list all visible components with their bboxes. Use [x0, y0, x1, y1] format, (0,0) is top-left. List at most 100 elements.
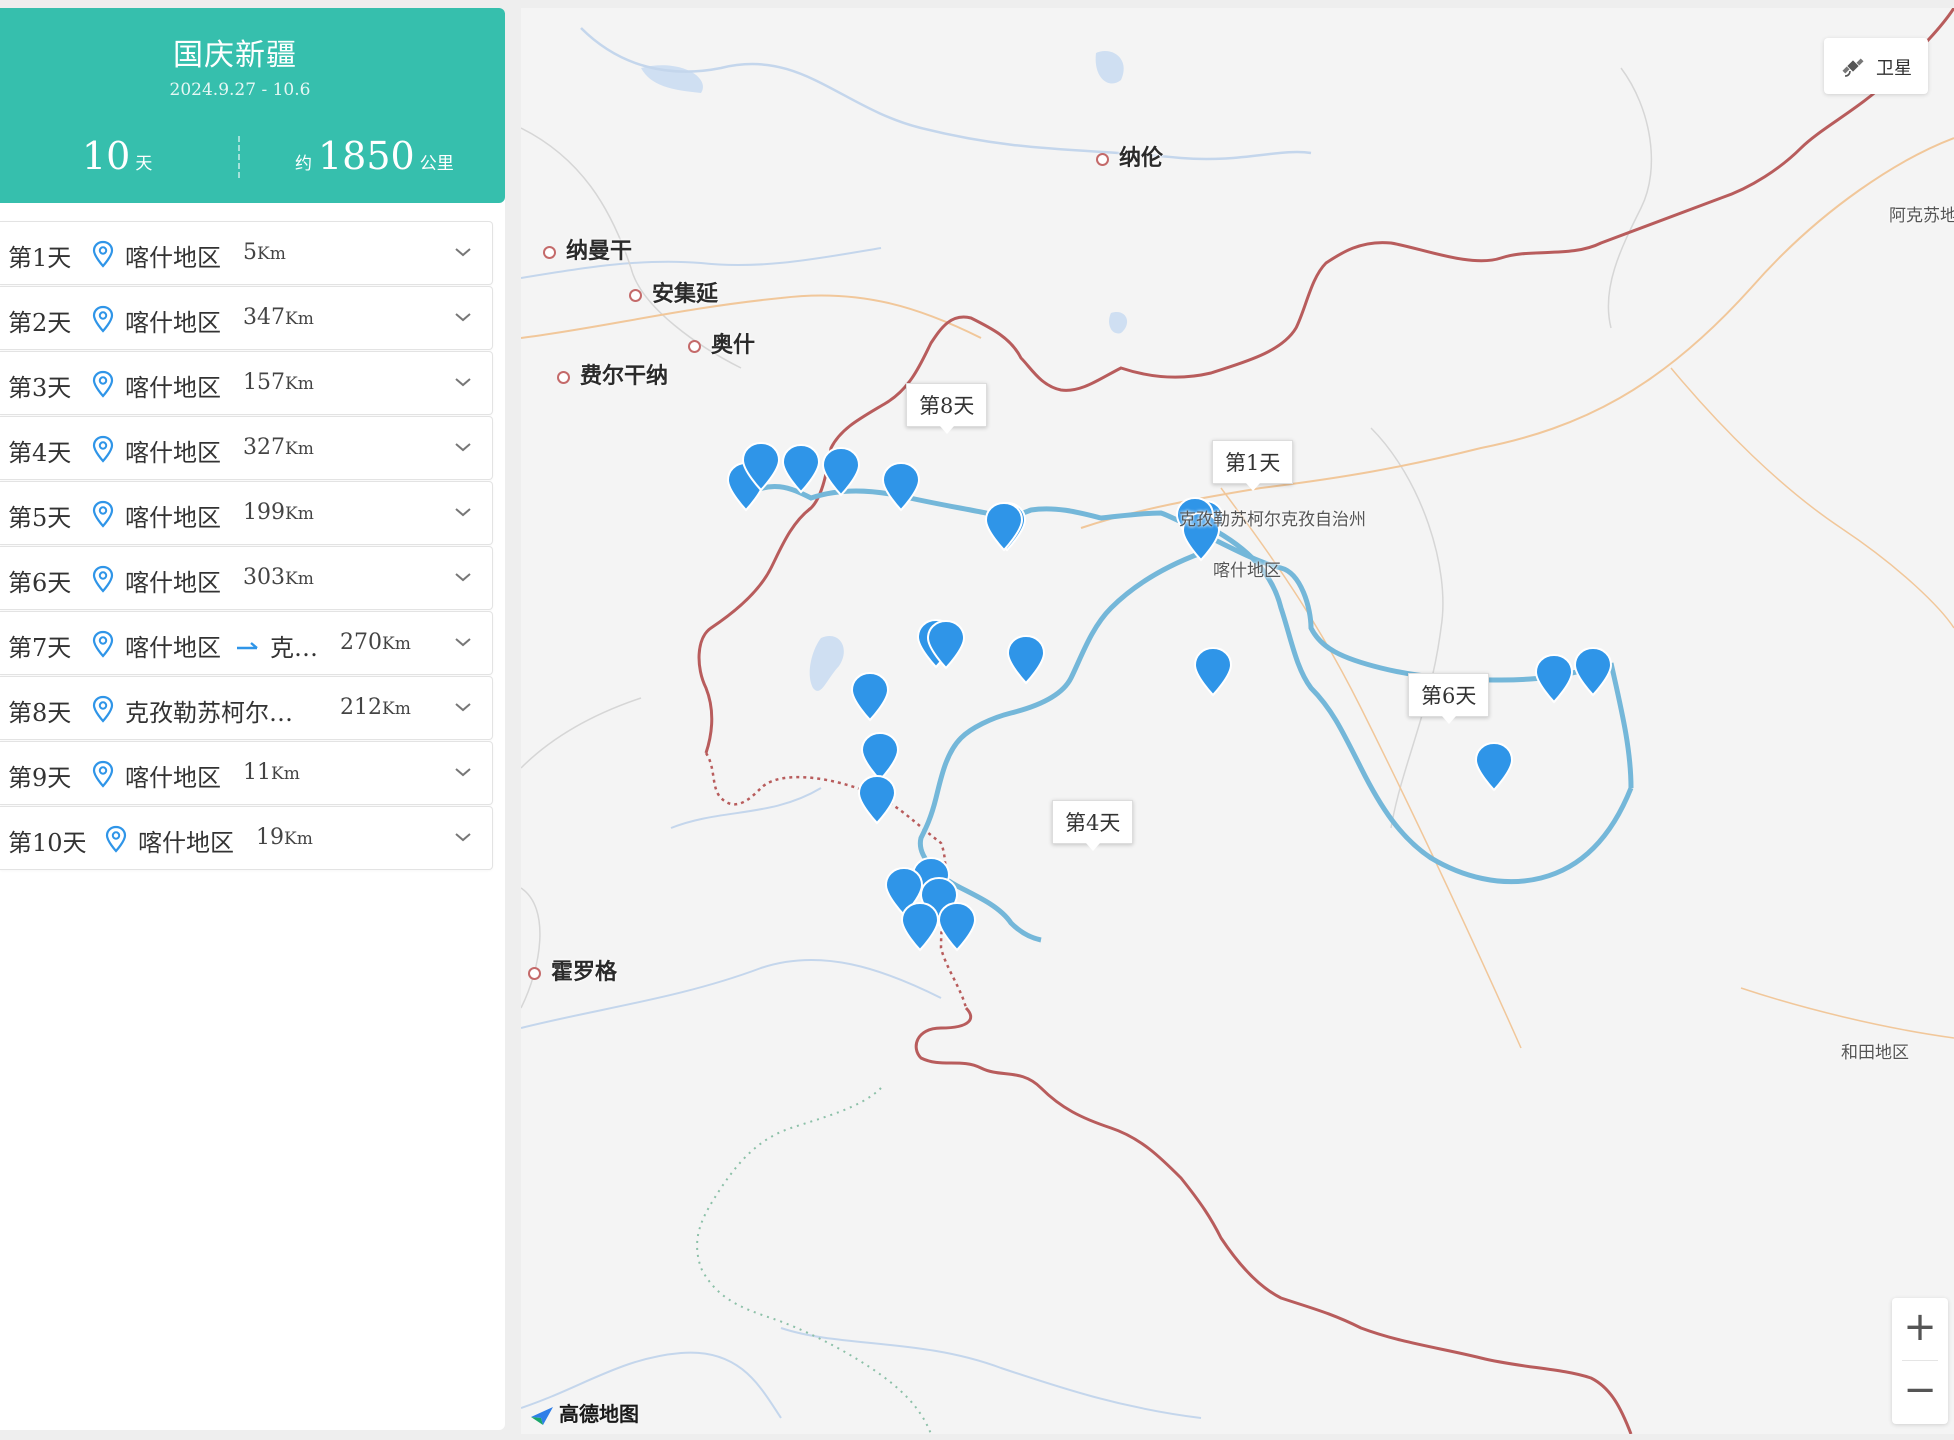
- trip-days-value: 10: [82, 134, 131, 178]
- chevron-down-icon[interactable]: [454, 441, 472, 453]
- arrow-right-icon: [237, 642, 258, 650]
- day-distance-value: 347: [243, 305, 285, 330]
- lake-shape: [1095, 51, 1124, 84]
- day-distance-value: 212: [340, 695, 382, 720]
- day-row-2[interactable]: 第2天 喀什地区 347Km: [0, 286, 493, 350]
- day-row-3[interactable]: 第3天 喀什地区 157Km: [0, 351, 493, 415]
- city-name: 奥什: [711, 333, 756, 358]
- day-distance-unit: Km: [285, 504, 314, 524]
- day-distance-unit: Km: [285, 439, 314, 459]
- satellite-icon: [1842, 58, 1864, 77]
- day-row-9[interactable]: 第9天 喀什地区 11Km: [0, 741, 493, 805]
- city-dot-icon: [1096, 152, 1109, 166]
- chevron-down-icon[interactable]: [454, 376, 472, 388]
- location-pin-icon: [92, 305, 114, 333]
- day-label: 第7天: [8, 634, 72, 662]
- day-marker-label[interactable]: 第4天: [1052, 800, 1134, 851]
- chevron-down-icon[interactable]: [454, 831, 472, 843]
- day-row-1[interactable]: 第1天 喀什地区 5Km: [0, 221, 493, 285]
- zoom-out-button[interactable]: −: [1892, 1361, 1948, 1423]
- river-line: [580, 27, 1312, 161]
- region-label: 克孜勒苏柯尔克孜自治州: [1179, 510, 1366, 530]
- route-line: [1608, 662, 1634, 789]
- city-label: 费尔干纳: [557, 358, 668, 390]
- chevron-down-icon[interactable]: [454, 506, 472, 518]
- city-name: 纳曼干: [566, 239, 633, 264]
- city-name: 纳伦: [1119, 146, 1164, 171]
- city-dot-icon: [629, 288, 642, 302]
- day-distance: 303Km: [243, 565, 314, 590]
- city-label: 安集延: [629, 276, 718, 308]
- terrain-line: [521, 697, 642, 769]
- zoom-control: + −: [1892, 1298, 1948, 1424]
- zoom-in-button[interactable]: +: [1892, 1298, 1948, 1360]
- day-row-7[interactable]: 第7天 喀什地区 克… 270Km: [0, 611, 493, 675]
- border-line: [914, 1006, 1633, 1434]
- map-canvas[interactable]: [521, 8, 1954, 1434]
- day-distance: 19Km: [256, 825, 313, 850]
- day-label: 第8天: [8, 699, 72, 727]
- day-distance-value: 157: [243, 370, 285, 395]
- day-distance-value: 11: [243, 760, 271, 785]
- river-line: [780, 1327, 1202, 1419]
- day-location: 喀什地区: [125, 374, 221, 402]
- terrain-line: [1370, 427, 1444, 829]
- chevron-down-icon[interactable]: [454, 701, 472, 713]
- terrain-line: [521, 887, 541, 1009]
- day-distance: 199Km: [243, 500, 314, 525]
- road-line: [1740, 987, 1954, 1039]
- trip-distance-stat: 约 1850 公里: [295, 134, 454, 178]
- day-distance-value: 327: [243, 435, 285, 460]
- day-label: 第10天: [8, 829, 87, 857]
- day-label: 第3天: [8, 374, 72, 402]
- day-distance-unit: Km: [285, 569, 314, 589]
- day-distance-unit: Km: [285, 374, 314, 394]
- city-dot-icon: [528, 966, 541, 980]
- day-location: 喀什地区: [125, 634, 221, 662]
- river-line: [670, 787, 822, 829]
- city-dot-icon: [543, 245, 556, 259]
- day-label: 第5天: [8, 504, 72, 532]
- chevron-down-icon[interactable]: [454, 636, 472, 648]
- lake-shape: [809, 636, 844, 691]
- stat-divider: [238, 136, 240, 178]
- day-label: 第2天: [8, 309, 72, 337]
- region-label: 喀什地区: [1213, 561, 1281, 581]
- day-row-5[interactable]: 第5天 喀什地区 199Km: [0, 481, 493, 545]
- city-dot-icon: [557, 370, 570, 384]
- city-dot-icon: [688, 339, 701, 353]
- chevron-down-icon[interactable]: [454, 311, 472, 323]
- day-row-8[interactable]: 第8天 克孜勒苏柯尔… 212Km: [0, 676, 493, 740]
- city-name: 费尔干纳: [580, 364, 669, 389]
- chevron-down-icon[interactable]: [454, 246, 472, 258]
- location-pin-icon: [92, 500, 114, 528]
- satellite-toggle-button[interactable]: 卫星: [1824, 38, 1928, 94]
- lake-shape: [641, 65, 703, 93]
- location-pin-icon: [92, 695, 114, 723]
- chevron-down-icon[interactable]: [454, 766, 472, 778]
- day-distance: 5Km: [243, 240, 286, 265]
- city-label: 霍罗格: [528, 954, 617, 986]
- day-marker-label[interactable]: 第1天: [1212, 440, 1294, 491]
- day-distance-value: 303: [243, 565, 285, 590]
- day-distance-value: 19: [256, 825, 284, 850]
- border-line: [697, 8, 1954, 754]
- location-pin-icon: [92, 565, 114, 593]
- boundary-dotted: [696, 1087, 932, 1434]
- day-row-6[interactable]: 第6天 喀什地区 303Km: [0, 546, 493, 610]
- day-row-4[interactable]: 第4天 喀什地区 327Km: [0, 416, 493, 480]
- day-distance: 347Km: [243, 305, 314, 330]
- city-name: 安集延: [652, 282, 719, 307]
- day-marker-label[interactable]: 第6天: [1408, 673, 1490, 724]
- day-distance-unit: Km: [382, 634, 411, 654]
- trip-dates: 2024.9.27 - 10.6: [169, 80, 311, 100]
- day-row-10[interactable]: 第10天 喀什地区 19Km: [0, 806, 493, 870]
- day-location: 喀什地区: [125, 244, 221, 272]
- day-destination: 克…: [270, 634, 318, 662]
- chevron-down-icon[interactable]: [454, 571, 472, 583]
- itinerary-sidebar: 国庆新疆 2024.9.27 - 10.6 10 天 约 1850 公里 第1天 喀什…: [0, 8, 505, 1430]
- day-label: 第4天: [8, 439, 72, 467]
- day-marker-label[interactable]: 第8天: [906, 383, 988, 434]
- route-map[interactable]: 纳伦 纳曼干 安集延 奥什 费尔干纳 霍罗格 阿克苏地 和田地区 克孜勒苏柯尔克…: [521, 8, 1954, 1434]
- trip-days-unit: 天: [135, 154, 153, 174]
